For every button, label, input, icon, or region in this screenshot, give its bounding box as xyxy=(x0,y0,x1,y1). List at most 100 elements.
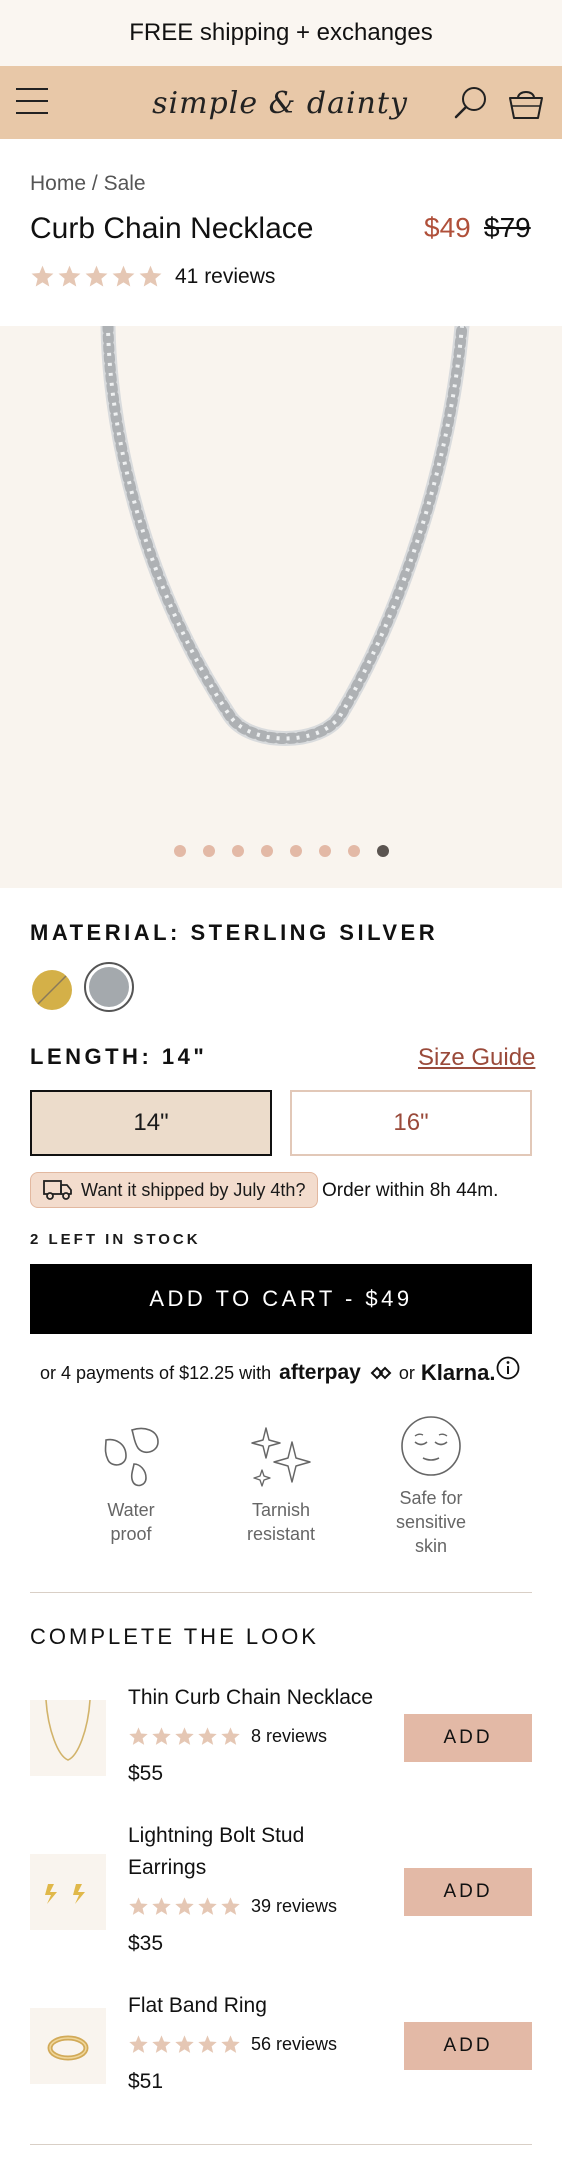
product-image-gallery[interactable] xyxy=(0,318,562,888)
breadcrumb: Home / Sale xyxy=(30,172,146,196)
star-icon xyxy=(221,1897,240,1915)
star-rating xyxy=(128,2034,241,2055)
thin-chain-image xyxy=(45,1699,91,1761)
add-button[interactable]: ADD xyxy=(404,1868,532,1916)
size-guide-link[interactable]: Size Guide xyxy=(418,1044,535,1072)
star-icon xyxy=(129,2035,148,2053)
star-icon xyxy=(152,2035,171,2053)
product-thumbnail[interactable] xyxy=(30,1699,106,1776)
pagination-dot[interactable] xyxy=(289,845,302,857)
product-rating: 39 reviews xyxy=(128,1896,337,1917)
product-reviews[interactable]: 8 reviews xyxy=(251,1726,327,1747)
material-label: MATERIAL: STERLING SILVER xyxy=(30,920,439,945)
delivery-truck-icon xyxy=(43,1180,72,1200)
installment-payments: or 4 payments of $12.25 with afterpay or… xyxy=(40,1360,495,1386)
section-divider xyxy=(30,1592,532,1593)
product-name[interactable]: Flat Band Ring xyxy=(128,1990,267,2022)
sale-price: $49 xyxy=(424,212,471,243)
star-icon xyxy=(85,265,108,287)
pagination-dot[interactable] xyxy=(173,845,186,857)
star-icon xyxy=(198,2035,217,2053)
pagination-dot[interactable] xyxy=(231,845,244,857)
bolt-earrings-image xyxy=(45,1884,85,1904)
product-name[interactable]: Thin Curb Chain Necklace xyxy=(128,1682,373,1714)
feature-sensitive-skin: Safe for sensitive skin xyxy=(356,1414,506,1558)
product-thumbnail[interactable] xyxy=(30,1854,106,1930)
afterpay-logo[interactable]: afterpay xyxy=(279,1361,361,1385)
breadcrumb-separator: / xyxy=(91,172,98,195)
star-icon xyxy=(175,2035,194,2053)
brand-logo[interactable]: simple & dainty xyxy=(150,78,410,128)
star-icon xyxy=(152,1727,171,1745)
length-option-14[interactable]: 14" xyxy=(30,1090,272,1156)
search-icon[interactable] xyxy=(452,84,490,122)
product-reviews[interactable]: 56 reviews xyxy=(251,2034,337,2055)
add-button[interactable]: ADD xyxy=(404,1714,532,1762)
feature-label: Safe for sensitive skin xyxy=(395,1488,467,1556)
swatch-sterling-silver[interactable] xyxy=(89,967,129,1007)
announcement-text: FREE shipping + exchanges xyxy=(129,19,433,46)
order-within-text: Order within 8h 44m. xyxy=(322,1180,499,1201)
product-rating: 8 reviews xyxy=(128,1726,327,1747)
star-icon xyxy=(198,1727,217,1745)
unavailable-slash-icon xyxy=(37,975,67,1005)
breadcrumb-home[interactable]: Home xyxy=(30,172,86,195)
feature-tarnish-resistant: Tarnish resistant xyxy=(206,1424,356,1546)
sparkles-icon xyxy=(251,1427,311,1487)
star-rating xyxy=(128,1726,241,1747)
add-button[interactable]: ADD xyxy=(404,2022,532,2070)
star-icon xyxy=(112,265,135,287)
star-rating xyxy=(30,264,163,289)
info-icon[interactable] xyxy=(496,1356,520,1380)
breadcrumb-current[interactable]: Sale xyxy=(104,172,146,195)
feature-label: Tarnish resistant xyxy=(246,1500,316,1544)
feature-label: Water proof xyxy=(107,1500,155,1544)
section-divider xyxy=(30,2144,532,2145)
pagination-dot[interactable] xyxy=(318,845,331,857)
afterpay-arrows-icon xyxy=(370,1366,392,1380)
star-icon xyxy=(221,2035,240,2053)
swatch-gold[interactable] xyxy=(32,970,72,1010)
star-icon xyxy=(175,1727,194,1745)
band-ring-image xyxy=(47,2035,89,2061)
product-thumbnail[interactable] xyxy=(30,2008,106,2084)
product-rating: 56 reviews xyxy=(128,2034,337,2055)
water-drops-icon xyxy=(104,1427,159,1487)
star-icon xyxy=(221,1727,240,1745)
necklace-image xyxy=(100,318,470,746)
star-icon xyxy=(139,265,162,287)
hamburger-menu-icon[interactable] xyxy=(16,88,50,118)
star-icon xyxy=(198,1897,217,1915)
calm-face-icon xyxy=(401,1416,461,1476)
add-to-cart-button[interactable]: ADD TO CART - $49 xyxy=(30,1264,532,1334)
star-icon xyxy=(58,265,81,287)
site-header: simple & dainty xyxy=(0,66,562,139)
shopping-bag-icon[interactable] xyxy=(506,84,546,122)
stock-status: 2 LEFT IN STOCK xyxy=(30,1231,201,1248)
shipping-deadline-pill[interactable]: Want it shipped by July 4th? xyxy=(30,1172,319,1208)
star-icon xyxy=(129,1897,148,1915)
product-price: $51 xyxy=(128,2070,164,2093)
product-price: $55 xyxy=(128,1762,164,1785)
pagination-dot[interactable] xyxy=(260,845,273,857)
klarna-logo[interactable]: Klarna. xyxy=(421,1360,496,1386)
product-title: Curb Chain Necklace xyxy=(30,212,314,245)
length-label: LENGTH: 14" xyxy=(30,1044,208,1069)
length-option-16[interactable]: 16" xyxy=(290,1090,532,1156)
payments-or: or xyxy=(398,1362,415,1383)
product-rating[interactable]: 41 reviews xyxy=(30,264,275,289)
pagination-dot[interactable] xyxy=(347,845,360,857)
star-icon xyxy=(152,1897,171,1915)
original-price: $79 xyxy=(484,212,531,243)
pagination-dot[interactable] xyxy=(202,845,215,857)
installment-text: or 4 payments of $12.25 with xyxy=(40,1362,272,1383)
product-reviews[interactable]: 39 reviews xyxy=(251,1896,337,1917)
gallery-pagination xyxy=(0,845,562,857)
announcement-bar: FREE shipping + exchanges xyxy=(0,0,562,66)
product-name[interactable]: Lightning Bolt Stud Earrings xyxy=(128,1820,358,1884)
star-rating xyxy=(128,1896,241,1917)
pagination-dot[interactable] xyxy=(376,845,389,857)
shipping-pill-text: Want it shipped by July 4th? xyxy=(81,1179,306,1200)
reviews-link[interactable]: 41 reviews xyxy=(175,265,275,289)
star-icon xyxy=(129,1727,148,1745)
